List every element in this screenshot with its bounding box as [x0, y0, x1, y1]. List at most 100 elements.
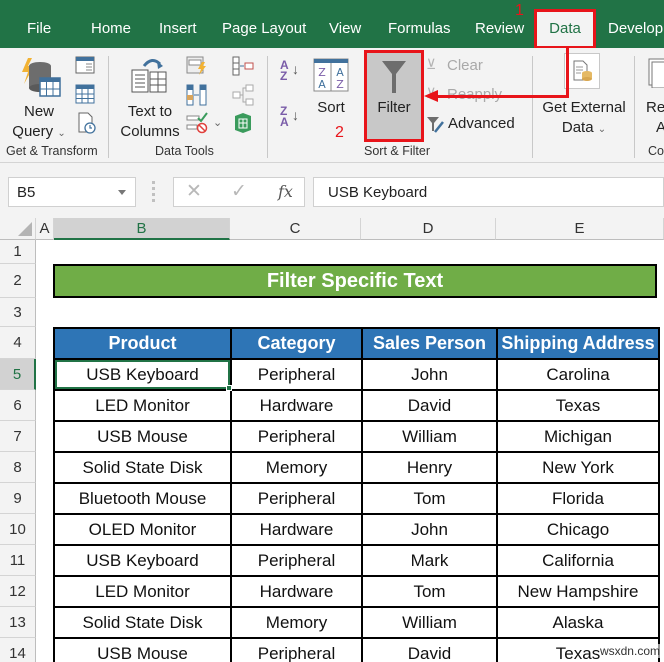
header-shipping-address[interactable]: Shipping Address	[496, 327, 660, 360]
cell-sales-person[interactable]: Mark	[361, 544, 498, 577]
row-header-7[interactable]: 7	[0, 421, 36, 452]
cell-category[interactable]: Peripheral	[230, 544, 363, 577]
cell-product[interactable]: USB Mouse	[53, 637, 232, 662]
row-header-5[interactable]: 5	[0, 359, 36, 390]
sort-z-to-a-button[interactable]: Z A ↓	[280, 105, 302, 130]
row-header-9[interactable]: 9	[0, 483, 36, 514]
cell-product[interactable]: Solid State Disk	[53, 451, 232, 484]
column-header-d[interactable]: D	[361, 218, 496, 240]
cell-shipping-address[interactable]: New Hampshire	[496, 575, 660, 608]
cell-category[interactable]: Peripheral	[230, 420, 363, 453]
row-header-6[interactable]: 6	[0, 390, 36, 421]
tab-page-layout[interactable]: Page Layout	[222, 18, 306, 40]
row-header-14[interactable]: 14	[0, 638, 36, 662]
cell-category[interactable]: Peripheral	[230, 358, 363, 391]
cell-sales-person[interactable]: David	[361, 389, 498, 422]
cell-category[interactable]: Hardware	[230, 513, 363, 546]
advanced-button[interactable]: Advanced	[426, 114, 516, 134]
sheet-title[interactable]: Filter Specific Text	[53, 264, 657, 298]
formula-input[interactable]: USB Keyboard	[313, 177, 664, 207]
row-header-3[interactable]: 3	[0, 298, 36, 327]
cell-product[interactable]: USB Keyboard	[53, 544, 232, 577]
row-header-10[interactable]: 10	[0, 514, 36, 545]
cell-shipping-address[interactable]: Carolina	[496, 358, 660, 391]
flash-fill-icon[interactable]	[186, 56, 208, 76]
cell-product[interactable]: Bluetooth Mouse	[53, 482, 232, 515]
enter-icon[interactable]: ✓	[231, 180, 247, 203]
from-table-icon[interactable]	[75, 84, 95, 104]
new-query-button[interactable]: New Query ⌄	[6, 52, 72, 140]
cell-sales-person[interactable]: Tom	[361, 575, 498, 608]
cell-shipping-address[interactable]: California	[496, 544, 660, 577]
sort-button[interactable]: Z A A Z Sort	[308, 56, 354, 136]
cell-sales-person[interactable]: David	[361, 637, 498, 662]
header-product[interactable]: Product	[53, 327, 232, 360]
formula-bar-resize-handle[interactable]	[152, 181, 155, 203]
row-header-1[interactable]: 1	[0, 240, 36, 264]
row-header-8[interactable]: 8	[0, 452, 36, 483]
insert-function-icon[interactable]: fx	[278, 182, 293, 201]
cell-product[interactable]: USB Keyboard	[53, 358, 232, 391]
cell-product[interactable]: Solid State Disk	[53, 606, 232, 639]
cell-sales-person[interactable]: William	[361, 606, 498, 639]
column-header-c[interactable]: C	[230, 218, 361, 240]
cell-sales-person[interactable]: Henry	[361, 451, 498, 484]
refresh-all-button[interactable]: Re A	[640, 52, 664, 140]
tab-formulas[interactable]: Formulas	[388, 18, 451, 40]
clear-button[interactable]: ⊻ Clear	[426, 56, 506, 76]
tab-insert[interactable]: Insert	[159, 18, 197, 40]
cell-category[interactable]: Peripheral	[230, 482, 363, 515]
tab-file[interactable]: File	[27, 18, 51, 40]
cell-category[interactable]: Hardware	[230, 575, 363, 608]
name-box-dropdown-icon[interactable]	[118, 190, 126, 195]
cell-product[interactable]: LED Monitor	[53, 389, 232, 422]
name-box[interactable]: B5	[8, 177, 136, 207]
cell-shipping-address[interactable]: Michigan	[496, 420, 660, 453]
cell-category[interactable]: Hardware	[230, 389, 363, 422]
text-to-columns-button[interactable]: Text to Columns	[116, 52, 184, 140]
tab-developer[interactable]: Develop	[608, 18, 663, 40]
manage-data-model-icon[interactable]	[232, 112, 254, 134]
cell-product[interactable]: OLED Monitor	[53, 513, 232, 546]
cell-sales-person[interactable]: John	[361, 513, 498, 546]
tab-home[interactable]: Home	[91, 18, 131, 40]
cell-shipping-address[interactable]: Alaska	[496, 606, 660, 639]
column-header-b[interactable]: B	[54, 218, 230, 240]
cell-shipping-address[interactable]: Florida	[496, 482, 660, 515]
cell-shipping-address[interactable]: New York	[496, 451, 660, 484]
cell-category[interactable]: Memory	[230, 451, 363, 484]
cell-category[interactable]: Peripheral	[230, 637, 363, 662]
cell-sales-person[interactable]: William	[361, 420, 498, 453]
cell-shipping-address[interactable]: Texas	[496, 389, 660, 422]
header-category[interactable]: Category	[230, 327, 363, 360]
cell-shipping-address[interactable]: Chicago	[496, 513, 660, 546]
tab-review[interactable]: Review	[475, 18, 524, 40]
row-header-11[interactable]: 11	[0, 545, 36, 576]
row-header-12[interactable]: 12	[0, 576, 36, 607]
cell-sales-person[interactable]: John	[361, 358, 498, 391]
cell-product[interactable]: USB Mouse	[53, 420, 232, 453]
cell-category[interactable]: Memory	[230, 606, 363, 639]
tab-view[interactable]: View	[329, 18, 361, 40]
show-queries-icon[interactable]	[75, 56, 95, 74]
column-header-e[interactable]: E	[496, 218, 664, 240]
consolidate-icon[interactable]	[232, 56, 254, 76]
row-header-4[interactable]: 4	[0, 327, 36, 359]
remove-duplicates-icon[interactable]	[186, 84, 208, 106]
cell-product[interactable]: LED Monitor	[53, 575, 232, 608]
fill-handle[interactable]	[226, 385, 232, 391]
tab-data[interactable]: Data	[534, 9, 596, 49]
row-header-2[interactable]: 2	[0, 264, 36, 298]
recent-sources-icon[interactable]	[77, 112, 97, 134]
select-all-button[interactable]	[0, 218, 36, 240]
data-validation-icon[interactable]	[186, 112, 208, 134]
cell-sales-person[interactable]: Tom	[361, 482, 498, 515]
data-validation-dropdown-icon[interactable]: ⌄	[213, 116, 222, 129]
row-header-13[interactable]: 13	[0, 607, 36, 638]
column-header-a[interactable]: A	[36, 218, 54, 240]
sort-a-to-z-button[interactable]: A Z ↓	[280, 59, 302, 84]
relationships-icon[interactable]	[232, 84, 254, 106]
header-sales-person[interactable]: Sales Person	[361, 327, 498, 360]
clear-label: Clear	[447, 57, 483, 74]
cancel-icon[interactable]: ✕	[186, 180, 202, 203]
